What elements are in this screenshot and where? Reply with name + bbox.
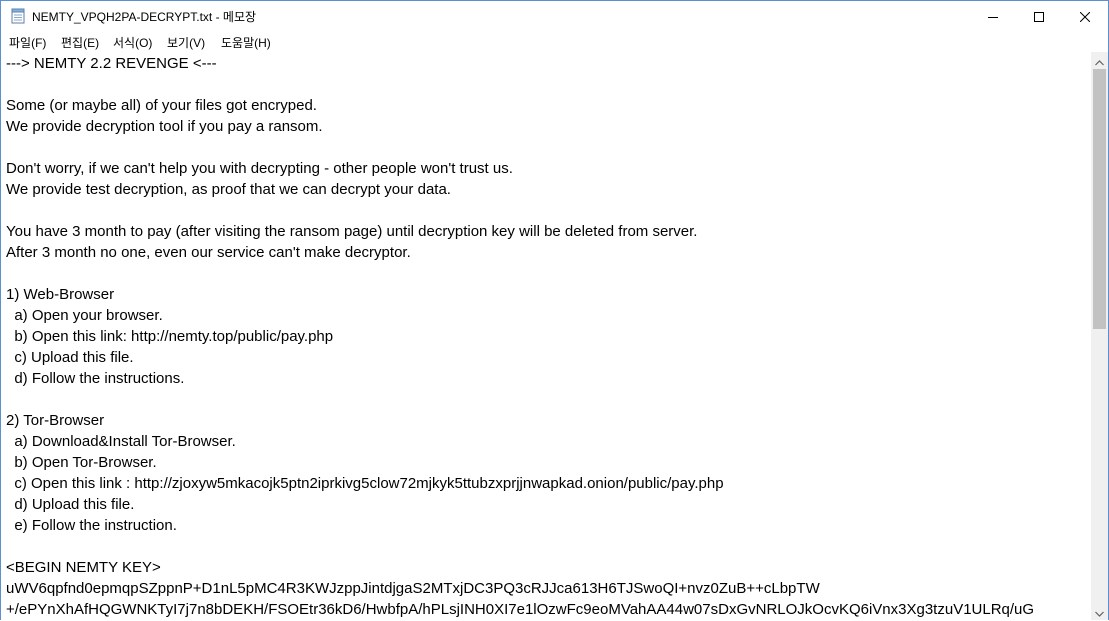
notepad-icon (11, 8, 25, 24)
menu-edit[interactable]: 편집(E) (61, 34, 99, 51)
text-line: a) Download&Install Tor-Browser. (6, 433, 236, 450)
minimize-button[interactable] (970, 1, 1016, 31)
title-bar[interactable]: NEMTY_VPQH2PA-DECRYPT.txt - 메모장 (1, 1, 1108, 31)
menu-view[interactable]: 보기(V) (167, 34, 205, 51)
text-line: ---> NEMTY 2.2 REVENGE <--- (6, 55, 217, 72)
scroll-down-button[interactable] (1091, 603, 1108, 620)
vertical-scrollbar[interactable] (1091, 52, 1108, 620)
window-title: NEMTY_VPQH2PA-DECRYPT.txt - 메모장 (32, 10, 257, 24)
text-line: uWV6qpfnd0epmqpSZppnP+D1nL5pMC4R3KWJzppJ… (6, 580, 820, 597)
maximize-button[interactable] (1016, 1, 1062, 31)
text-line: We provide test decryption, as proof tha… (6, 181, 451, 198)
text-line: 1) Web-Browser (6, 286, 115, 303)
text-line: b) Open Tor-Browser. (6, 454, 157, 471)
text-line: b) Open this link: http://nemty.top/publ… (6, 328, 334, 345)
maximize-icon (1034, 7, 1044, 26)
chevron-up-icon (1095, 51, 1104, 70)
text-line: We provide decryption tool if you pay a … (6, 118, 323, 135)
text-line: You have 3 month to pay (after visiting … (6, 223, 698, 240)
close-button[interactable] (1062, 1, 1108, 31)
text-line: <BEGIN NEMTY KEY> (6, 559, 161, 576)
text-line: After 3 month no one, even our service c… (6, 244, 411, 261)
text-line: Don't worry, if we can't help you with d… (6, 160, 513, 177)
text-line: 2) Tor-Browser (6, 412, 105, 429)
menu-format[interactable]: 서식(O) (113, 34, 152, 51)
chevron-down-icon (1095, 602, 1104, 621)
scroll-up-button[interactable] (1091, 52, 1108, 69)
text-line: a) Open your browser. (6, 307, 163, 324)
menu-help[interactable]: 도움말(H) (221, 34, 271, 51)
text-line: e) Follow the instruction. (6, 517, 177, 534)
text-editor[interactable]: ---> NEMTY 2.2 REVENGE <--- Some (or may… (1, 52, 1091, 620)
text-line: d) Follow the instructions. (6, 370, 185, 387)
scrollbar-thumb[interactable] (1093, 69, 1106, 329)
text-line: c) Upload this file. (6, 349, 134, 366)
menu-file[interactable]: 파일(F) (9, 34, 46, 51)
text-line: c) Open this link : http://zjoxyw5mkacoj… (6, 475, 724, 492)
text-line: Some (or maybe all) of your files got en… (6, 97, 317, 114)
close-icon (1079, 7, 1091, 26)
text-line: d) Upload this file. (6, 496, 135, 513)
minimize-icon (988, 7, 998, 26)
text-line: +/ePYnXhAfHQGWNKTyI7j7n8bDEKH/FSOEtr36kD… (6, 601, 1035, 618)
notepad-window: NEMTY_VPQH2PA-DECRYPT.txt - 메모장 파일(F) 편집… (0, 0, 1109, 620)
menu-bar: 파일(F) 편집(E) 서식(O) 보기(V) 도움말(H) (1, 31, 1108, 52)
